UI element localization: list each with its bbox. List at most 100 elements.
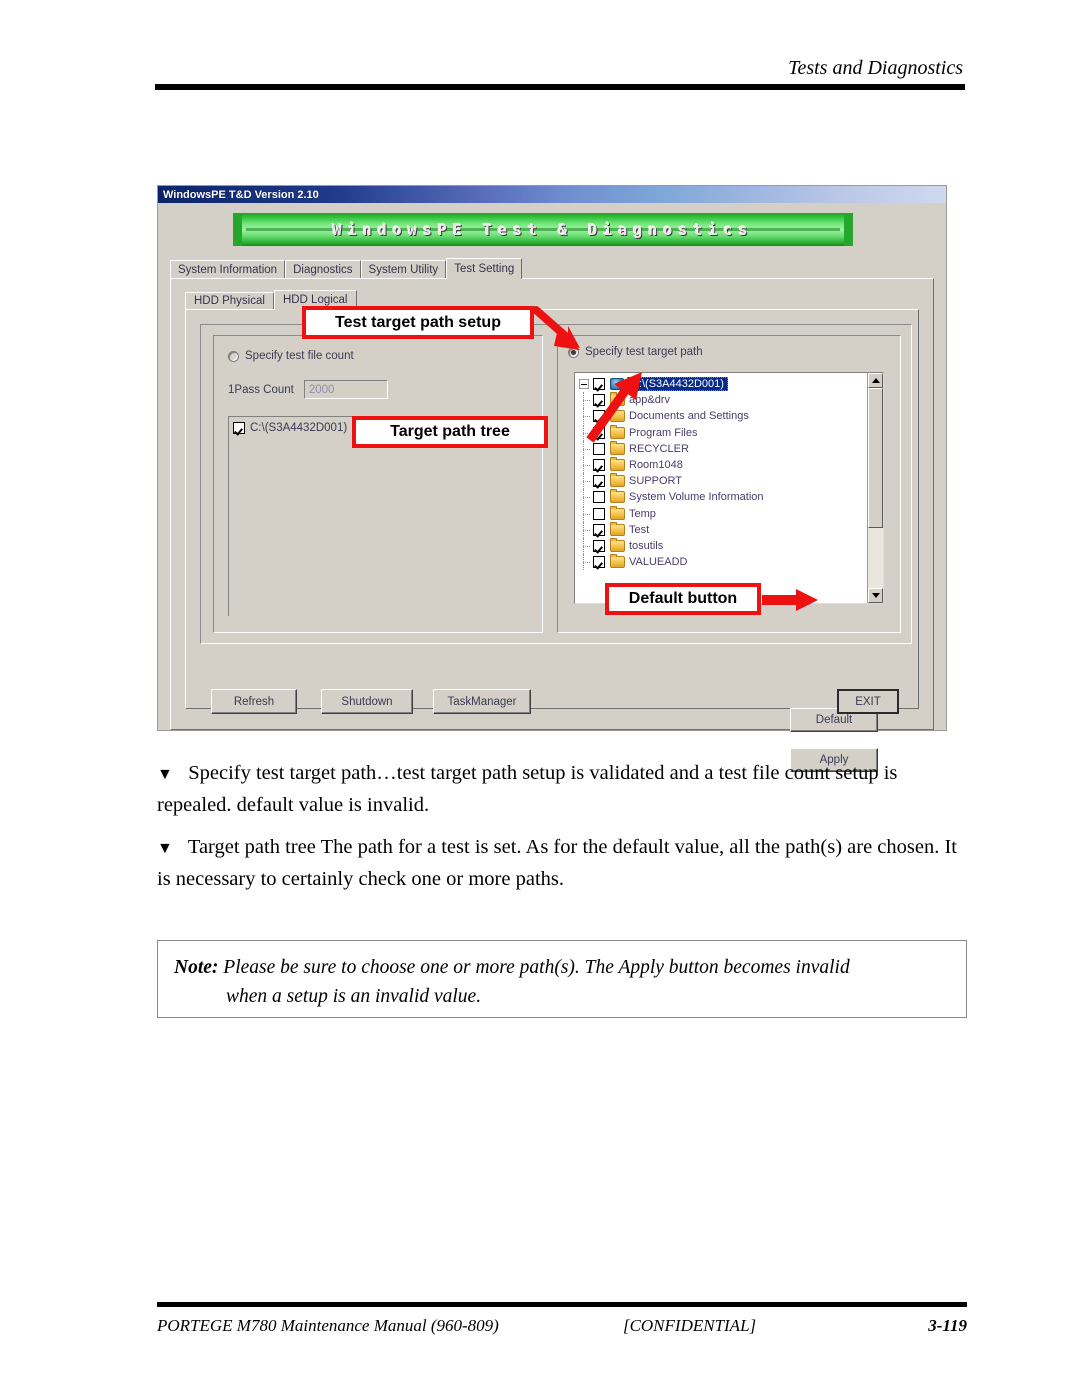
scroll-down-button[interactable] (868, 588, 883, 603)
checkbox-icon[interactable] (233, 422, 245, 434)
callout-arrow-default (762, 588, 822, 612)
tab-system-utility[interactable]: System Utility (360, 260, 447, 278)
tab-test-setting[interactable]: Test Setting (446, 258, 523, 279)
tree-indent-guide (579, 554, 593, 571)
checkbox-icon[interactable] (593, 442, 605, 455)
folder-icon (610, 473, 625, 488)
tree-indent-guide (579, 521, 593, 538)
scrollbar-thumb[interactable] (868, 388, 883, 528)
callout-arrow-tree (584, 370, 650, 444)
chevron-down-icon (871, 593, 880, 598)
paragraph-text: Specify test target path…test target pat… (157, 762, 898, 816)
paragraph-text: Target path tree The path for a test is … (157, 836, 957, 890)
scroll-up-button[interactable] (868, 373, 883, 388)
radio-label: Specify test target path (585, 346, 703, 358)
tab-diagnostics[interactable]: Diagnostics (285, 260, 361, 278)
banner-text: WindowsPE Test & Diagnostics (332, 220, 754, 239)
pass-count-input[interactable]: 2000 (303, 380, 388, 399)
radio-label: Specify test file count (245, 350, 354, 362)
folder-icon (610, 440, 625, 455)
footer-confidential: [CONFIDENTIAL] (622, 1316, 757, 1335)
tree-node-label: Temp (629, 507, 656, 520)
refresh-button[interactable]: Refresh (211, 689, 297, 714)
radio-button-icon (228, 350, 239, 362)
tree-node-label: RECYCLER (629, 442, 689, 455)
note-label: Note: (174, 957, 219, 978)
callout-default-button: Default button (605, 583, 761, 615)
bullet-marker: ▼ (157, 766, 173, 783)
pass-count-row: 1Pass Count 2000 (228, 380, 388, 399)
exit-button[interactable]: EXIT (837, 689, 899, 714)
folder-icon (610, 554, 625, 569)
tab-system-information[interactable]: System Information (170, 260, 286, 278)
checkbox-icon[interactable] (593, 539, 605, 552)
tree-node-label: Room1048 (629, 459, 683, 472)
window-title-text: WindowsPE T&D Version 2.10 (163, 188, 319, 201)
application-window-screenshot: WindowsPE T&D Version 2.10 WindowsPE Tes… (157, 185, 947, 772)
tree-indent-guide (579, 473, 593, 490)
checkbox-icon[interactable] (593, 459, 605, 472)
shutdown-button[interactable]: Shutdown (321, 689, 413, 714)
sub-tabstrip: HDD Physical HDD Logical (185, 289, 933, 310)
scrollbar-track[interactable] (868, 388, 883, 588)
footer-rule (157, 1302, 967, 1307)
tree-indent-guide (579, 489, 593, 506)
checkbox-icon[interactable] (593, 507, 605, 520)
tree-indent-guide (579, 537, 593, 554)
specify-test-file-count-panel: Specify test file count 1Pass Count 2000… (213, 335, 543, 633)
page-footer: PORTEGE M780 Maintenance Manual (960-809… (157, 1302, 967, 1336)
tree-node-label: Test (629, 523, 650, 536)
main-tabstrip: System Information Diagnostics System Ut… (170, 257, 946, 279)
checkbox-icon[interactable] (593, 556, 605, 569)
callout-target-path-tree: Target path tree (352, 416, 548, 448)
footer-row: PORTEGE M780 Maintenance Manual (960-809… (157, 1316, 967, 1336)
folder-icon (610, 521, 625, 536)
tree-node[interactable]: VALUEADD (579, 554, 867, 571)
tree-node[interactable]: System Volume Information (579, 489, 867, 506)
sub-tab-panel-hdd-logical: Specify test file count 1Pass Count 2000… (185, 309, 919, 772)
treeview-vertical-scrollbar[interactable] (867, 373, 883, 603)
callout-test-target-path-setup: Test target path setup (302, 306, 534, 339)
tree-node[interactable]: Test (579, 521, 867, 538)
folder-icon (610, 489, 625, 504)
app-banner: WindowsPE Test & Diagnostics (233, 212, 853, 247)
tree-node[interactable]: Temp (579, 505, 867, 522)
note-line-1: Please be sure to choose one or more pat… (218, 957, 850, 978)
note-box: Note: Please be sure to choose one or mo… (157, 940, 967, 1018)
page-header: Tests and Diagnostics (155, 55, 965, 90)
bullet-marker: ▼ (157, 840, 173, 857)
footer-manual-name: PORTEGE M780 Maintenance Manual (960-809… (157, 1316, 499, 1335)
checkbox-icon[interactable] (593, 491, 605, 504)
radio-specify-test-target-path[interactable]: Specify test target path (568, 346, 703, 358)
header-rule (155, 84, 965, 90)
chevron-up-icon (871, 378, 880, 383)
folder-icon (610, 505, 625, 520)
paragraph-target-path-tree: ▼ Target path tree The path for a test i… (157, 832, 967, 894)
tree-node-label: SUPPORT (629, 475, 682, 488)
tree-indent-guide (579, 505, 593, 522)
tree-indent-guide (579, 457, 593, 474)
note-line-2: when a setup is an invalid value. (226, 986, 482, 1007)
taskmanager-button[interactable]: TaskManager (433, 689, 531, 714)
footer-page-number: 3-119 (928, 1316, 967, 1335)
window-titlebar: WindowsPE T&D Version 2.10 (158, 186, 946, 203)
folder-icon (610, 457, 625, 472)
callout-arrow-setup (532, 306, 586, 352)
tree-node[interactable]: Room1048 (579, 457, 867, 474)
list-item-label: C:\(S3A4432D001) (250, 422, 348, 434)
pass-count-label: 1Pass Count (228, 383, 294, 396)
checkbox-icon[interactable] (593, 475, 605, 488)
tree-node-label: System Volume Information (629, 491, 764, 504)
folder-icon (610, 537, 625, 552)
tree-node[interactable]: SUPPORT (579, 473, 867, 490)
checkbox-icon[interactable] (593, 523, 605, 536)
tree-node[interactable]: tosutils (579, 537, 867, 554)
radio-specify-test-file-count[interactable]: Specify test file count (228, 350, 354, 362)
tree-node-label: VALUEADD (629, 556, 688, 569)
banner-bar: WindowsPE Test & Diagnostics (233, 213, 853, 246)
bottom-command-bar: Refresh Shutdown TaskManager EXIT (183, 689, 921, 719)
tree-node-label: tosutils (629, 539, 664, 552)
paragraph-specify-test-target-path: ▼ Specify test target path…test target p… (157, 758, 967, 820)
page-title: Tests and Diagnostics (788, 57, 963, 79)
subtab-hdd-physical[interactable]: HDD Physical (185, 292, 274, 309)
